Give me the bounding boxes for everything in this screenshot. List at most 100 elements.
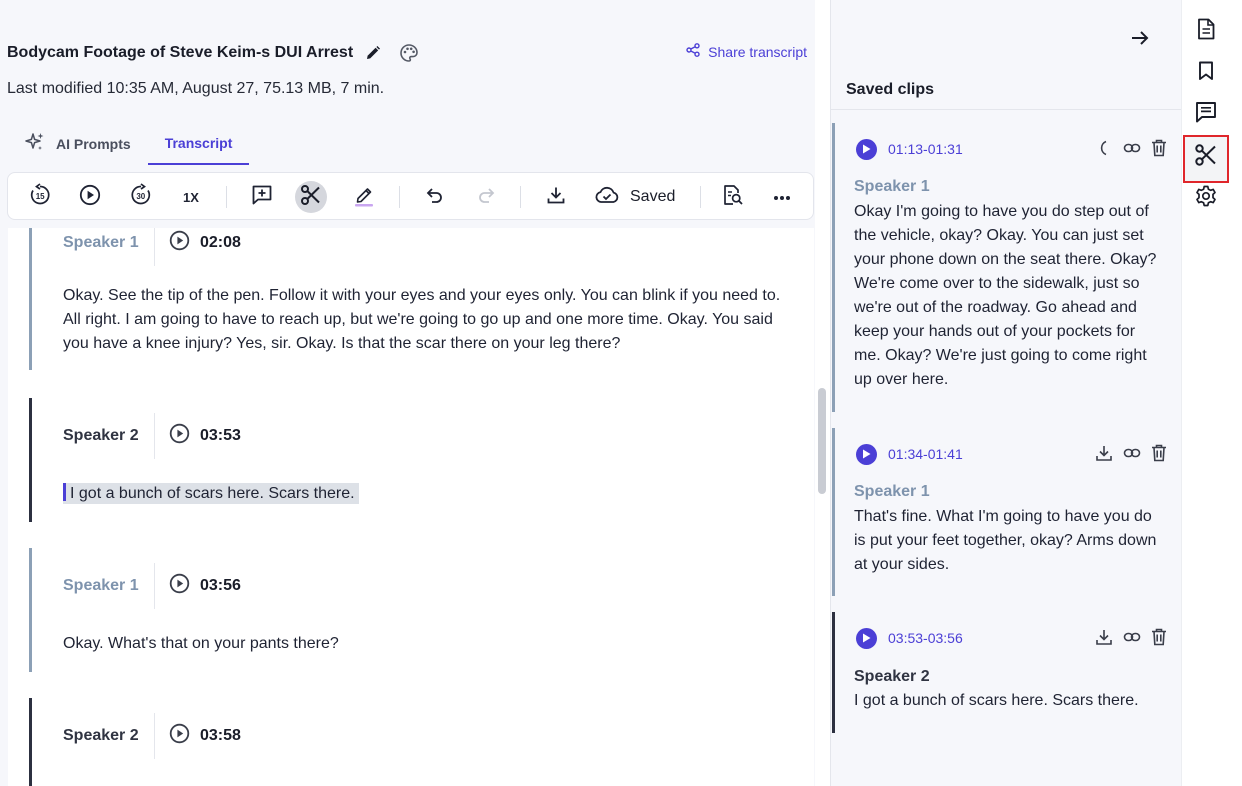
segment-timestamp[interactable]: 03:53	[169, 423, 241, 449]
text-caret	[63, 483, 66, 501]
toolbar-divider	[226, 186, 227, 208]
download-icon[interactable]	[1095, 444, 1113, 467]
search-document-icon	[722, 184, 744, 211]
play-circle-icon	[169, 423, 190, 449]
transcript-scrollbar[interactable]	[818, 388, 826, 494]
timestamp-label: 03:58	[200, 727, 241, 744]
clip-play-button[interactable]	[856, 443, 877, 465]
clip-scissors-button[interactable]	[295, 173, 327, 221]
copy-link-icon[interactable]	[1123, 628, 1141, 651]
rail-clips-button[interactable]	[1194, 143, 1218, 169]
segment-text[interactable]: Okay. What's that on your pants there?	[63, 632, 789, 656]
more-icon	[773, 188, 791, 206]
clip-text: That's fine. What I'm going to have you …	[854, 508, 1157, 573]
scissors-active-bg	[295, 181, 327, 213]
speaker-label[interactable]: Speaker 1	[32, 234, 154, 252]
clip-time-range: 01:13-01:31	[888, 141, 963, 157]
toolbar-divider	[520, 186, 521, 208]
rail-comments-button[interactable]	[1194, 101, 1218, 126]
play-circle-icon	[169, 723, 190, 749]
transcript-list[interactable]: Speaker 1 02:08 Okay. See the tip of the…	[8, 228, 814, 786]
saved-clip: 03:53-03:56 Speaker 2 I got a bunch of s…	[832, 612, 1181, 733]
tab-transcript[interactable]: Transcript	[147, 122, 250, 165]
svg-text:30: 30	[136, 191, 145, 200]
add-comment-button[interactable]	[250, 173, 274, 221]
delete-icon[interactable]	[1151, 444, 1167, 467]
clip-play-button[interactable]	[856, 627, 877, 649]
undo-button[interactable]	[423, 173, 445, 221]
saved-clips-title: Saved clips	[846, 81, 935, 98]
share-transcript-button[interactable]: Share transcript	[686, 43, 807, 60]
download-icon	[546, 185, 566, 210]
play-circle-icon	[169, 230, 190, 256]
segment-text[interactable]: Okay. See the tip of the pen. Follow it …	[63, 284, 789, 356]
right-icon-rail	[1181, 0, 1242, 786]
speaker-label[interactable]: Speaker 1	[32, 577, 154, 595]
clip-speaker: Speaker 1	[854, 483, 930, 500]
palette-icon[interactable]	[399, 43, 419, 63]
segment-timestamp[interactable]: 03:56	[169, 573, 241, 599]
play-icon	[863, 144, 871, 154]
forward-30-icon: 30	[129, 182, 153, 212]
clip-text: I got a bunch of scars here. Scars there…	[854, 692, 1139, 709]
copy-link-icon[interactable]	[1123, 444, 1141, 467]
scissors-icon	[300, 184, 322, 211]
clip-play-button[interactable]	[856, 138, 877, 160]
sparkle-icon	[24, 131, 46, 156]
play-button[interactable]	[78, 173, 102, 221]
add-comment-icon	[251, 184, 273, 211]
saved-clip: 01:13-01:31 Speaker 1 Okay I'm going to …	[832, 123, 1181, 412]
segment-timestamp[interactable]: 02:08	[169, 230, 241, 256]
toolbar-divider	[399, 186, 400, 208]
header-divider	[154, 228, 155, 266]
speaker-label[interactable]: Speaker 2	[32, 427, 154, 445]
download-button[interactable]	[545, 173, 567, 221]
play-icon	[863, 633, 871, 643]
cloud-check-icon	[594, 185, 620, 210]
clip-header: 01:34-01:41	[856, 442, 963, 466]
rail-settings-button[interactable]	[1194, 185, 1218, 212]
segment-text[interactable]: I got a bunch of scars here. Scars there…	[63, 482, 789, 506]
play-circle-icon	[169, 573, 190, 599]
settings-gear-icon	[1195, 185, 1217, 212]
segment-timestamp[interactable]: 03:58	[169, 723, 241, 749]
transcript-segment: Speaker 1 03:56 Okay. What's that on you…	[29, 548, 809, 672]
speaker-label[interactable]: Speaker 2	[32, 727, 154, 745]
saved-label: Saved	[630, 188, 676, 205]
editor-toolbar: 15 30 1X Saved	[7, 172, 814, 220]
download-icon[interactable]	[1095, 628, 1113, 651]
rail-bookmark-button[interactable]	[1194, 61, 1218, 85]
undo-icon	[424, 185, 444, 210]
transcript-segment: Speaker 1 02:08 Okay. See the tip of the…	[29, 228, 809, 370]
title-row: Bodycam Footage of Steve Keim-s DUI Arre…	[7, 40, 807, 66]
delete-icon[interactable]	[1151, 628, 1167, 651]
document-icon	[1196, 18, 1216, 45]
forward-30-button[interactable]: 30	[129, 173, 153, 221]
share-label: Share transcript	[708, 43, 807, 60]
segment-header: Speaker 1 03:56	[32, 563, 241, 609]
redo-button[interactable]	[476, 173, 498, 221]
segment-header: Speaker 2 03:58	[32, 713, 241, 759]
loading-spinner-icon	[1095, 139, 1113, 162]
rewind-15-button[interactable]: 15	[28, 173, 52, 221]
clip-actions	[1095, 628, 1167, 651]
selected-text-highlight: I got a bunch of scars here. Scars there…	[63, 483, 359, 504]
clip-time-range: 01:34-01:41	[888, 446, 963, 462]
playback-speed-button[interactable]: 1X	[178, 173, 204, 221]
timestamp-label: 03:53	[200, 427, 241, 444]
timestamp-label: 02:08	[200, 234, 241, 251]
saved-status: Saved	[594, 173, 684, 221]
delete-icon[interactable]	[1151, 139, 1167, 162]
pencil-icon[interactable]	[365, 45, 381, 61]
main-panel: Bodycam Footage of Steve Keim-s DUI Arre…	[0, 0, 815, 786]
collapse-panel-button[interactable]	[1130, 28, 1150, 53]
clip-speaker: Speaker 1	[854, 178, 930, 195]
segment-text-content: I got a bunch of scars here. Scars there…	[70, 485, 355, 502]
rail-document-button[interactable]	[1194, 18, 1218, 45]
highlight-button[interactable]	[352, 173, 376, 221]
copy-link-icon[interactable]	[1123, 139, 1141, 162]
arrow-right-icon	[1130, 31, 1150, 52]
more-options-button[interactable]	[771, 173, 793, 221]
tab-ai-prompts[interactable]: AI Prompts	[7, 122, 148, 165]
search-document-button[interactable]	[722, 173, 744, 221]
